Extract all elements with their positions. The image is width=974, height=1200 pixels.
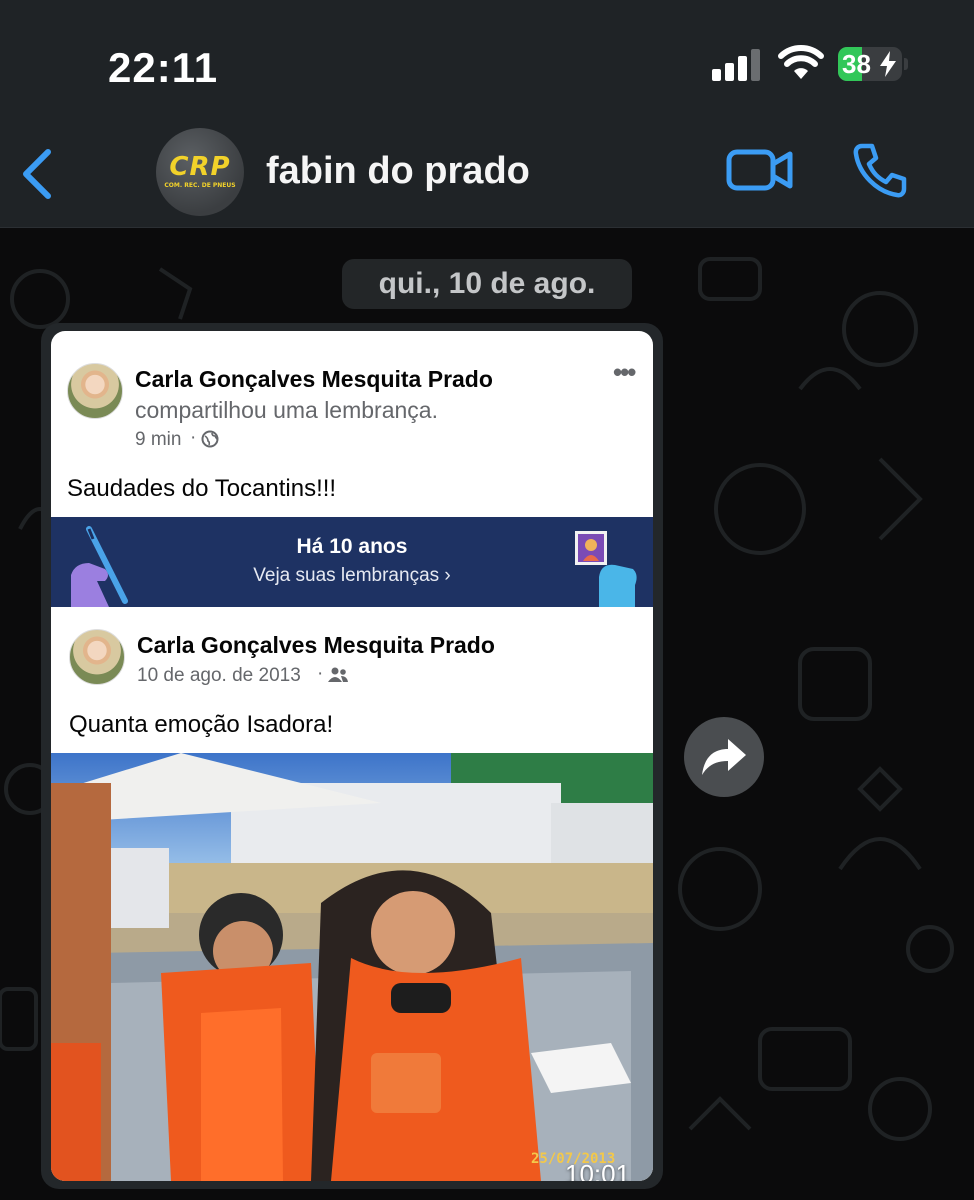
status-bar: 22:11 38 xyxy=(0,0,974,110)
memories-banner[interactable]: Há 10 anos Veja suas lembranças › xyxy=(51,517,653,607)
photo-kids-on-boat xyxy=(51,753,653,1181)
original-post-author: Carla Gonçalves Mesquita Prado xyxy=(137,632,495,658)
post-photo[interactable]: 25/07/2013 xyxy=(51,753,653,1181)
globe-icon xyxy=(201,430,219,448)
memories-link-label: Veja suas lembranças xyxy=(253,565,440,586)
message-bubble[interactable]: Carla Gonçalves Mesquita Prado compartil… xyxy=(41,323,663,1189)
post-divider xyxy=(51,607,653,621)
contact-avatar[interactable]: CRP COM. REC. DE PNEUS xyxy=(156,128,244,216)
chevron-right-icon: › xyxy=(444,565,451,586)
wifi-icon xyxy=(778,45,824,79)
post-action-text: compartilhou uma lembrança. xyxy=(135,397,438,423)
avatar-logo-text: CRP xyxy=(169,152,231,182)
shared-facebook-post[interactable]: Carla Gonçalves Mesquita Prado compartil… xyxy=(51,331,653,1181)
author-avatar xyxy=(67,363,123,419)
battery-indicator: 38 xyxy=(838,47,908,81)
battery-percent: 38 xyxy=(842,49,871,79)
video-call-icon[interactable] xyxy=(726,146,794,194)
forward-button[interactable] xyxy=(684,717,764,797)
post-caption: Saudades do Tocantins!!! xyxy=(67,475,337,502)
memories-title: Há 10 anos xyxy=(296,535,408,558)
phone-call-icon[interactable] xyxy=(852,142,908,198)
battery-charging-icon xyxy=(880,51,896,77)
chat-area[interactable]: qui., 10 de ago. Carla Gonçalves Mesquit… xyxy=(0,229,974,1200)
post-time-ago: 9 min xyxy=(135,429,182,450)
chat-header: 22:11 38 CRP COM. REC. DE PNEUS fabin do… xyxy=(0,0,974,228)
hand-photo-illustration xyxy=(575,531,637,607)
status-time: 22:11 xyxy=(108,44,219,91)
back-chevron-icon[interactable] xyxy=(18,144,58,204)
original-post-caption: Quanta emoção Isadora! xyxy=(69,711,334,738)
friends-audience-icon xyxy=(328,667,348,682)
date-separator: qui., 10 de ago. xyxy=(342,259,632,309)
memories-link[interactable]: Veja suas lembranças › xyxy=(51,565,653,587)
forward-arrow-icon xyxy=(702,739,746,775)
original-post-date: 10 de ago. de 2013 xyxy=(137,665,301,686)
avatar-logo-subtext: COM. REC. DE PNEUS xyxy=(164,182,236,189)
original-author-avatar xyxy=(69,629,125,685)
post-author-name: Carla Gonçalves Mesquita Prado xyxy=(135,366,493,392)
more-options-icon[interactable]: ••• xyxy=(613,357,636,388)
message-timestamp: 10:01 xyxy=(565,1159,631,1181)
cellular-signal-icon xyxy=(712,49,760,81)
contact-name[interactable]: fabin do prado xyxy=(266,150,530,193)
